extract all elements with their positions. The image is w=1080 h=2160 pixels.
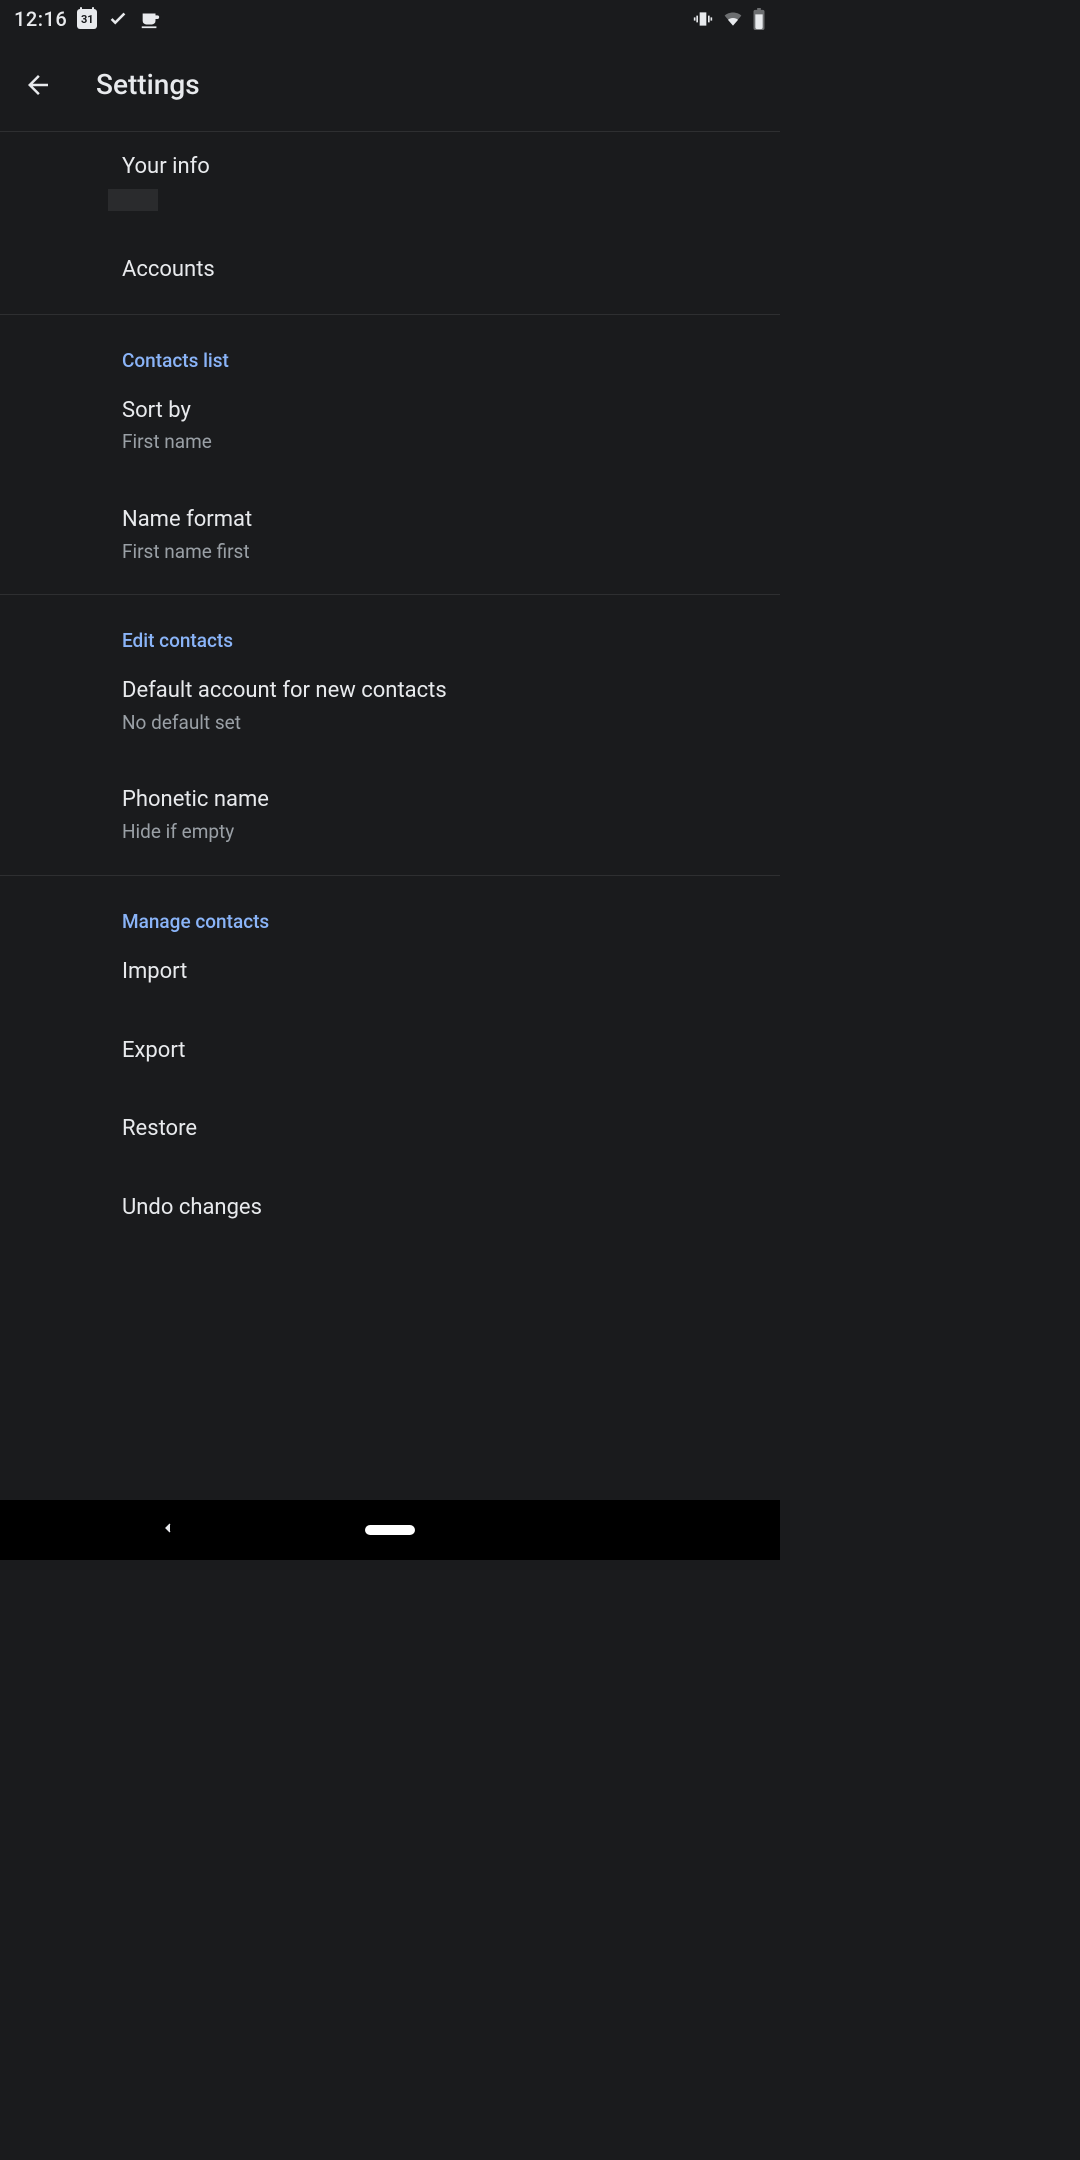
list-item-restore[interactable]: Restore <box>0 1090 780 1169</box>
item-title: Sort by <box>122 396 760 427</box>
item-title: Undo changes <box>122 1193 760 1224</box>
back-button[interactable] <box>18 65 58 105</box>
section-top: Your info Accounts <box>0 132 780 315</box>
redacted-block <box>108 189 158 211</box>
list-item-sort-by[interactable]: Sort by First name <box>0 372 780 481</box>
item-title: Restore <box>122 1114 760 1145</box>
item-title: Your info <box>122 152 760 183</box>
calendar-icon: 31 <box>77 9 97 29</box>
nav-back-caret[interactable] <box>160 1520 176 1540</box>
section-header-edit-contacts: Edit contacts <box>0 599 780 652</box>
list-item-export[interactable]: Export <box>0 1012 780 1091</box>
item-title: Default account for new contacts <box>122 676 760 707</box>
section-contacts-list: Contacts list Sort by First name Name fo… <box>0 315 780 596</box>
status-time: 12:16 <box>14 7 67 31</box>
item-title: Export <box>122 1036 760 1067</box>
list-item-phonetic-name[interactable]: Phonetic name Hide if empty <box>0 761 780 870</box>
coffee-icon <box>139 8 161 30</box>
item-subtitle: First name first <box>122 538 760 567</box>
status-right <box>692 8 766 30</box>
item-subtitle: Hide if empty <box>122 818 760 847</box>
battery-icon <box>752 8 766 30</box>
list-item-undo-changes[interactable]: Undo changes <box>0 1169 780 1248</box>
status-bar: 12:16 31 <box>0 0 780 38</box>
list-item-your-info[interactable]: Your info <box>0 136 780 231</box>
navigation-bar <box>0 1500 780 1560</box>
section-header-manage-contacts: Manage contacts <box>0 880 780 933</box>
page-title: Settings <box>96 68 200 101</box>
chevron-left-icon <box>160 1520 176 1536</box>
item-subtitle: First name <box>122 428 760 457</box>
item-title: Phonetic name <box>122 785 760 816</box>
section-edit-contacts: Edit contacts Default account for new co… <box>0 595 780 876</box>
item-title: Name format <box>122 505 760 536</box>
item-title: Import <box>122 957 760 988</box>
item-subtitle: No default set <box>122 709 760 738</box>
list-item-name-format[interactable]: Name format First name first <box>0 481 780 590</box>
gesture-pill[interactable] <box>365 1525 415 1535</box>
app-bar: Settings <box>0 38 780 132</box>
vibrate-icon <box>692 9 714 29</box>
checkmark-icon <box>107 8 129 30</box>
list-item-accounts[interactable]: Accounts <box>0 231 780 310</box>
status-left: 12:16 31 <box>14 7 161 31</box>
wifi-icon <box>722 9 744 29</box>
section-manage-contacts: Manage contacts Import Export Restore Un… <box>0 876 780 1252</box>
item-title: Accounts <box>122 255 760 286</box>
list-item-import[interactable]: Import <box>0 933 780 1012</box>
section-header-contacts-list: Contacts list <box>0 319 780 372</box>
settings-list: Your info Accounts Contacts list Sort by… <box>0 132 780 1252</box>
arrow-back-icon <box>23 70 53 100</box>
list-item-default-account[interactable]: Default account for new contacts No defa… <box>0 652 780 761</box>
